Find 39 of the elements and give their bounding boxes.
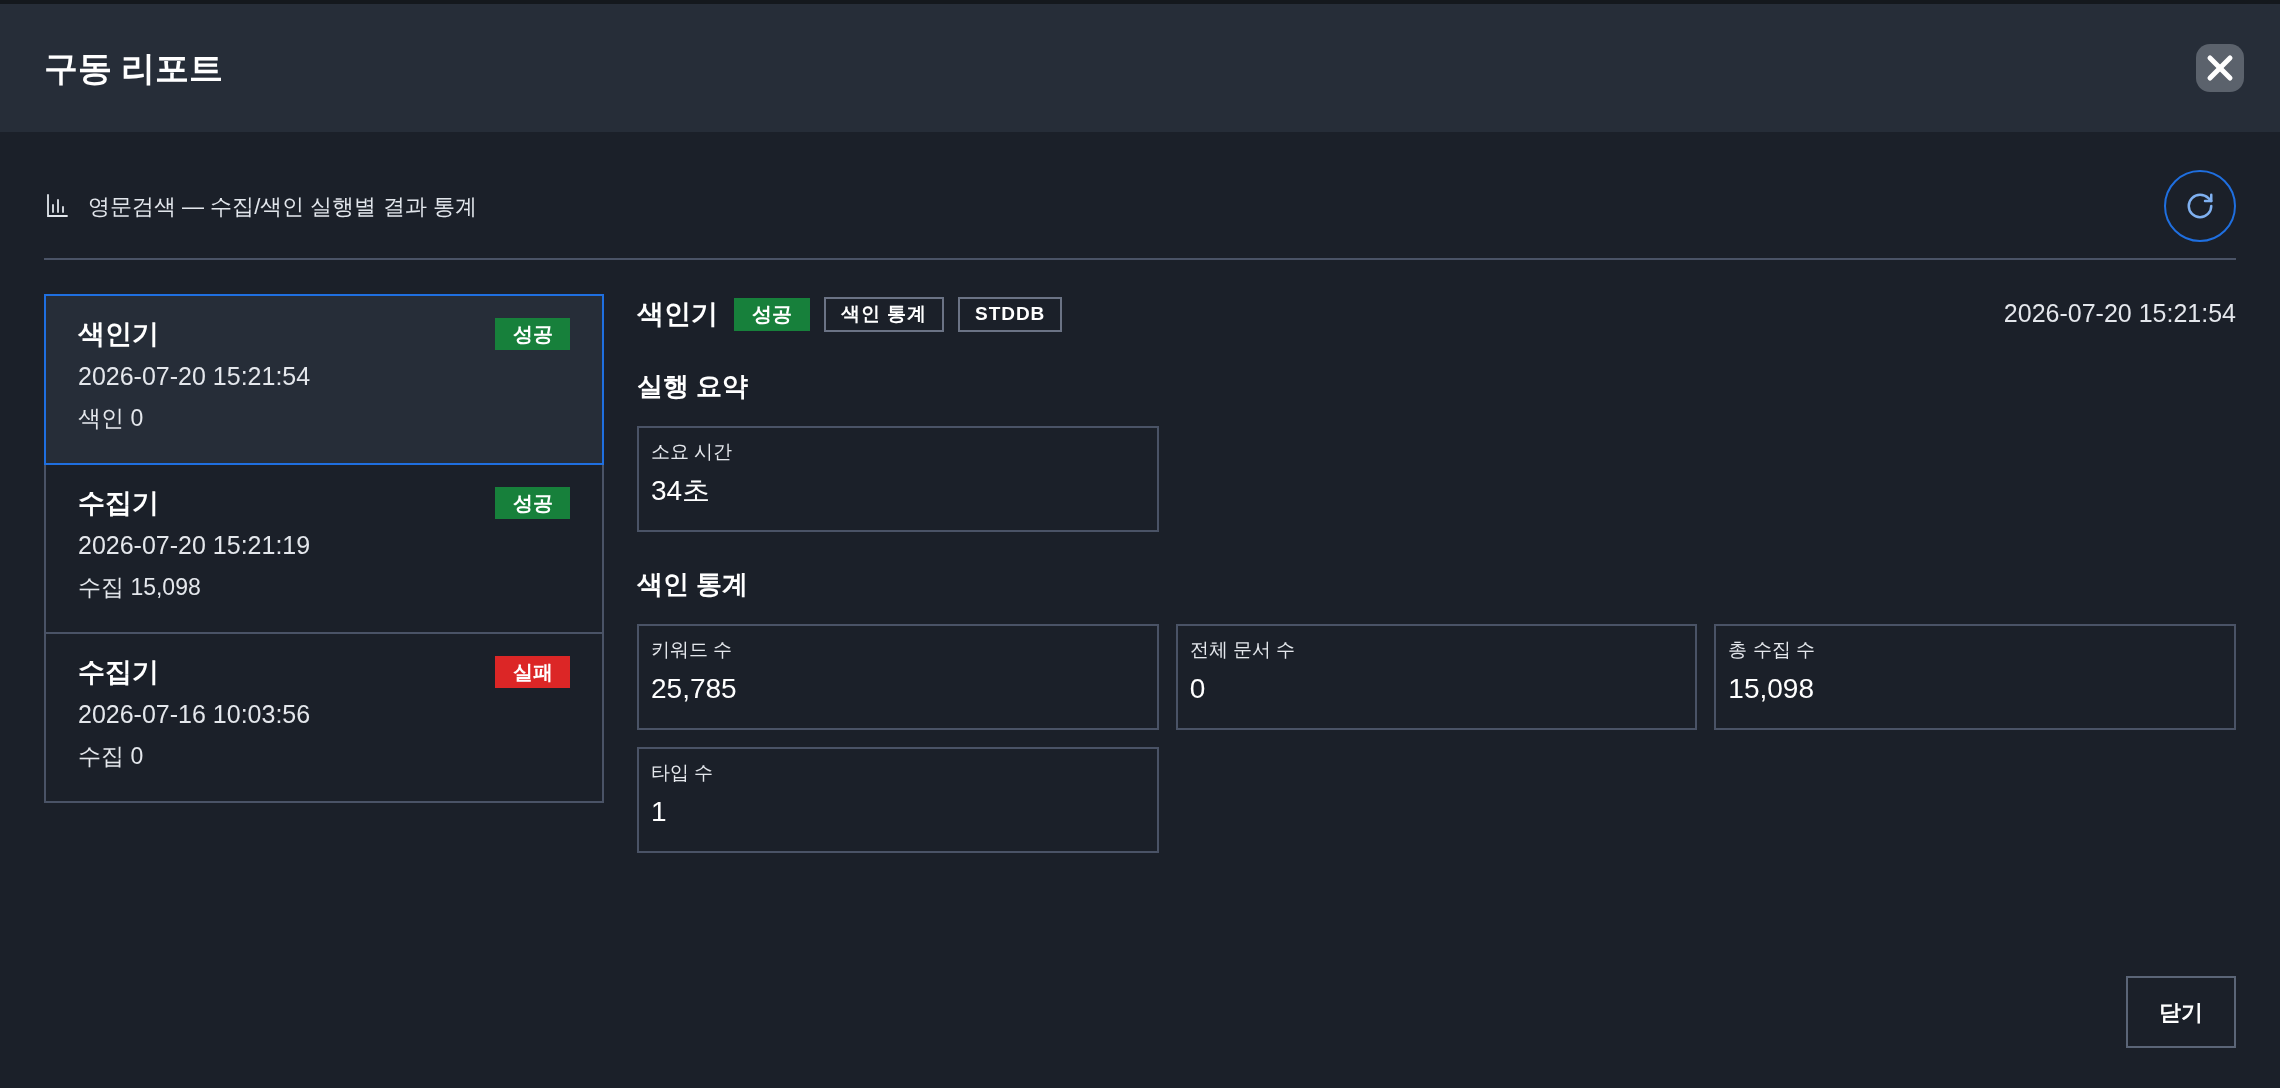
window-title: 구동 리포트	[44, 47, 224, 89]
run-title: 색인기	[78, 318, 159, 351]
stat-label: 키워드 수	[651, 638, 734, 662]
status-badge: 성공	[495, 318, 570, 350]
run-list-item[interactable]: 수집기 성공 2026-07-20 15:21:19 수집 15,098	[44, 463, 604, 634]
run-time: 2026-07-20 15:21:19	[78, 530, 312, 561]
refresh-icon	[2185, 191, 2215, 221]
refresh-button[interactable]	[2164, 170, 2236, 242]
run-time: 2026-07-20 15:21:54	[78, 361, 312, 392]
tag-label: STDDB	[958, 296, 1063, 332]
run-summary: 수집 0	[78, 742, 145, 771]
run-title: 수집기	[78, 656, 159, 689]
stat-label: 총 수집 수	[1728, 638, 1816, 662]
stat-value: 15,098	[1728, 672, 1815, 706]
bar-chart-icon	[46, 194, 68, 218]
run-list-item[interactable]: 수집기 실패 2026-07-16 10:03:56 수집 0	[44, 632, 604, 803]
run-summary: 색인 0	[78, 404, 145, 433]
stat-value: 0	[1189, 672, 1207, 706]
section-title: 실행 요약	[637, 370, 750, 403]
stat-label: 소요 시간	[651, 440, 734, 464]
run-title: 수집기	[78, 487, 159, 520]
close-dialog-button[interactable]: 닫기	[2126, 976, 2236, 1048]
run-summary: 수집 15,098	[78, 573, 202, 602]
stat-label: 타입 수	[651, 761, 715, 785]
run-time: 2026-07-16 10:03:56	[78, 699, 312, 730]
stat-value: 1	[651, 795, 668, 829]
status-badge: 실패	[495, 656, 570, 688]
report-subtitle: 영문검색 — 수집/색인 실행별 결과 통계	[88, 192, 477, 221]
detail-time: 2026-07-20 15:21:54	[2003, 298, 2236, 330]
section-title: 색인 통계	[637, 568, 750, 601]
stat-value: 25,785	[651, 672, 738, 706]
tag-label: 색인 통계	[824, 296, 945, 332]
stat-label: 전체 문서 수	[1189, 638, 1297, 662]
run-list-item[interactable]: 색인기 성공 2026-07-20 15:21:54 색인 0	[44, 294, 604, 465]
stat-value: 34초	[651, 474, 712, 508]
close-button[interactable]	[2196, 44, 2244, 92]
detail-title: 색인기	[637, 297, 718, 331]
status-badge: 성공	[495, 487, 570, 519]
status-badge: 성공	[734, 297, 810, 331]
